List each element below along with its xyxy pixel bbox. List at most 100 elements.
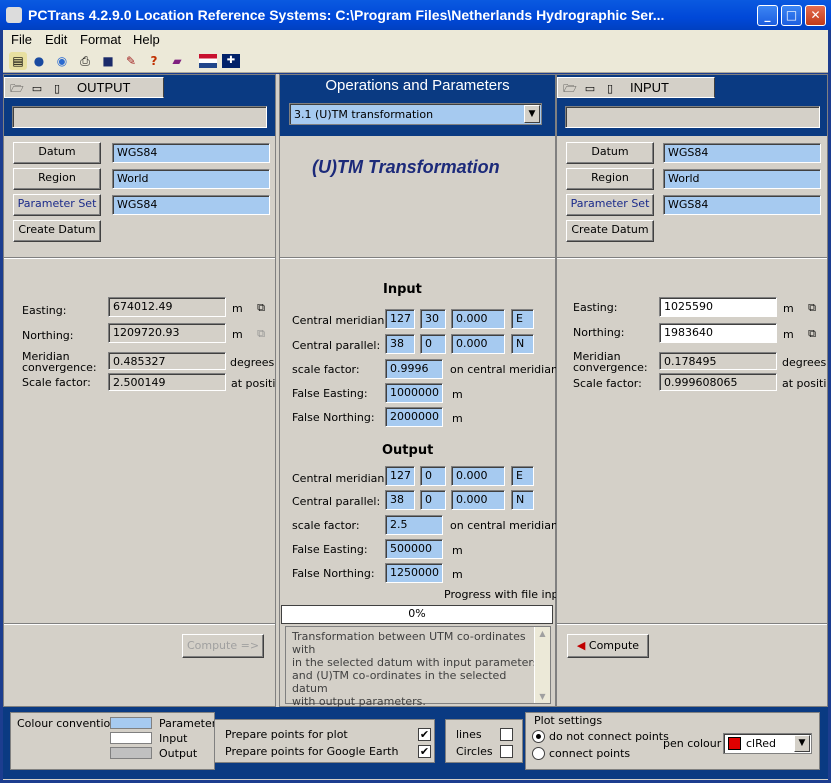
minimize-button[interactable]: _	[757, 5, 778, 26]
in-fe-value[interactable]: 1000000	[385, 383, 443, 403]
paste-icon[interactable]: ⧉	[253, 326, 269, 341]
earth-icon[interactable]: ◉	[53, 52, 71, 70]
input-easting-unit: m	[783, 302, 794, 315]
out-scale-value[interactable]: 2.5	[385, 515, 443, 535]
out-cm-hemi[interactable]: E	[511, 466, 534, 486]
in-fe-label: False Easting:	[292, 387, 368, 400]
out-cp-sec[interactable]: 0.000	[451, 490, 505, 510]
output-compute-button[interactable]: Compute =>	[182, 634, 264, 658]
folder-icon[interactable]: ▭	[582, 81, 598, 96]
in-fn-value[interactable]: 2000000	[385, 407, 443, 427]
copy-icon[interactable]: ⧉	[253, 300, 269, 315]
tools-icon[interactable]: ✎	[122, 52, 140, 70]
output-region-button[interactable]: Region	[13, 168, 101, 190]
maximize-button[interactable]: □	[781, 5, 802, 26]
legend-label-output: Output	[159, 747, 198, 760]
in-cp-sec[interactable]: 0.000	[451, 334, 505, 354]
out-cm-deg[interactable]: 127	[385, 466, 415, 486]
menu-file[interactable]: File	[11, 32, 32, 47]
input-heading: Input	[383, 282, 422, 297]
open-folder-icon[interactable]: 🗁	[562, 81, 578, 96]
input-tab[interactable]: 🗁 ▭ ▯ INPUT	[557, 77, 715, 98]
in-cp-deg[interactable]: 38	[385, 334, 415, 354]
circles-checkbox[interactable]	[500, 745, 513, 758]
prepare-google-checkbox[interactable]: ✔	[418, 745, 431, 758]
menu-help[interactable]: Help	[133, 32, 160, 47]
globe-icon[interactable]: ●	[30, 52, 48, 70]
menu-format[interactable]: Format	[80, 32, 121, 47]
output-datum-button[interactable]: Datum	[13, 142, 101, 164]
in-fe-unit: m	[452, 388, 463, 401]
menu-bar: File Edit Format Help	[3, 30, 828, 49]
input-scale-label: Scale factor:	[573, 377, 642, 390]
input-datum-button[interactable]: Datum	[566, 142, 654, 164]
print-icon[interactable]: ⎙	[76, 52, 94, 70]
prepare-plot-checkbox[interactable]: ✔	[418, 728, 431, 741]
scroll-down-icon[interactable]: ▼	[535, 690, 550, 703]
lines-checkbox[interactable]	[500, 728, 513, 741]
out-cm-min[interactable]: 0	[420, 466, 446, 486]
close-button[interactable]: ✕	[805, 5, 826, 26]
pen-colour-select[interactable]: clRed ▼	[723, 733, 812, 754]
input-region-button[interactable]: Region	[566, 168, 654, 190]
lines-circles-panel: lines Circles	[445, 719, 523, 763]
output-create-datum-button[interactable]: Create Datum	[13, 220, 101, 242]
flag-nl-icon[interactable]	[199, 54, 217, 68]
description-line: in the selected datum with input paramet…	[292, 656, 539, 669]
in-scale-value[interactable]: 0.9996	[385, 359, 443, 379]
progress-bar: 0%	[281, 605, 553, 624]
input-easting-field[interactable]: 1025590	[659, 297, 777, 317]
in-cm-sec[interactable]: 0.000	[451, 309, 505, 329]
chevron-down-icon[interactable]: ▼	[794, 735, 810, 752]
copy-icon[interactable]: ⧉	[804, 300, 820, 315]
flag-uk-icon[interactable]: ✚	[222, 54, 240, 68]
radio-no-connect[interactable]	[532, 730, 545, 743]
divider	[4, 623, 275, 625]
input-paramset-button[interactable]: Parameter Set	[566, 194, 654, 216]
menu-edit[interactable]: Edit	[45, 32, 67, 47]
clipboard-icon[interactable]: ▯	[602, 81, 618, 96]
save-icon[interactable]: ■	[99, 52, 117, 70]
output-tab[interactable]: 🗁 ▭ ▯ OUTPUT	[4, 77, 164, 98]
description-scrollbar[interactable]: ▲ ▼	[534, 627, 550, 703]
out-fe-value[interactable]: 500000	[385, 539, 443, 559]
input-create-datum-button[interactable]: Create Datum	[566, 220, 654, 242]
out-fe-unit: m	[452, 544, 463, 557]
input-meridian-label-2: convergence:	[573, 361, 648, 374]
radio-connect[interactable]	[532, 747, 545, 760]
out-cm-sec[interactable]: 0.000	[451, 466, 505, 486]
out-fn-value[interactable]: 1250000	[385, 563, 443, 583]
input-scale-unit: at positio	[782, 377, 827, 390]
folder-icon[interactable]: ▭	[29, 81, 45, 96]
operation-select[interactable]: 3.1 (U)TM transformation ▼	[289, 103, 542, 125]
out-fn-label: False Northing:	[292, 567, 375, 580]
help-icon[interactable]: ?	[145, 52, 163, 70]
in-cp-hemi[interactable]: N	[511, 334, 534, 354]
output-path-field[interactable]	[12, 106, 267, 128]
chevron-down-icon[interactable]: ▼	[524, 105, 540, 123]
in-cm-min[interactable]: 30	[420, 309, 446, 329]
out-cp-min[interactable]: 0	[420, 490, 446, 510]
paste-icon[interactable]: ⧉	[804, 326, 820, 341]
main-area: 🗁 ▭ ▯ OUTPUT Datum WGS84 Region World Pa…	[3, 74, 828, 780]
scroll-up-icon[interactable]: ▲	[535, 627, 550, 640]
in-cp-min[interactable]: 0	[420, 334, 446, 354]
open-folder-icon[interactable]: 🗁	[9, 81, 25, 96]
pen-colour-value: clRed	[746, 737, 777, 750]
open-icon[interactable]: ▤	[9, 52, 27, 70]
operations-header: Operations and Parameters	[280, 75, 555, 98]
input-path-field[interactable]	[565, 106, 820, 128]
output-easting-value: 674012.49	[108, 297, 226, 317]
input-panel-header: 🗁 ▭ ▯ INPUT	[557, 75, 827, 98]
clipboard-icon[interactable]: ▯	[49, 81, 65, 96]
in-cm-hemi[interactable]: E	[511, 309, 534, 329]
in-cm-deg[interactable]: 127	[385, 309, 415, 329]
input-compute-button[interactable]: ◀ Compute	[567, 634, 649, 658]
operations-panel: Operations and Parameters 3.1 (U)TM tran…	[279, 74, 570, 708]
output-northing-label: Northing:	[22, 329, 74, 342]
input-northing-field[interactable]: 1983640	[659, 323, 777, 343]
out-cp-hemi[interactable]: N	[511, 490, 534, 510]
output-paramset-button[interactable]: Parameter Set	[13, 194, 101, 216]
out-cp-deg[interactable]: 38	[385, 490, 415, 510]
book-icon[interactable]: ▰	[168, 52, 186, 70]
